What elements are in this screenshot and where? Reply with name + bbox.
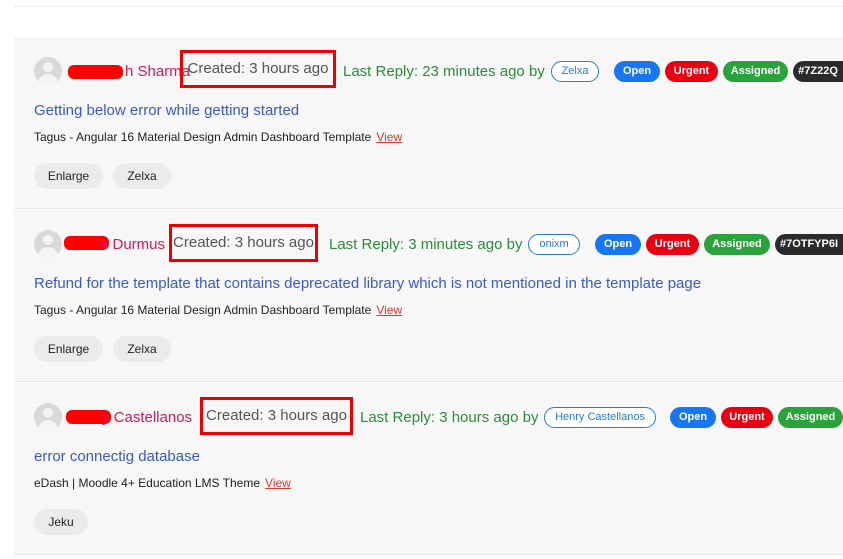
user-avatar-icon [34,230,62,258]
last-reply-text: Last Reply: 23 minutes ago by [343,63,545,80]
ticket-subject-link[interactable]: Refund for the template that contains de… [34,275,701,292]
priority-badge-urgent: Urgent [721,407,773,428]
ticket-author[interactable]: y Castellanos [102,409,192,426]
tag-chip[interactable]: Enlarge [34,163,103,189]
product-name: Tagus - Angular 16 Material Design Admin… [34,130,372,144]
view-link[interactable]: View [376,130,402,144]
ticket-subject-link[interactable]: Getting below error while getting starte… [34,102,299,119]
status-badge-open: Open [614,61,660,82]
ticket-card: h Sharma Created: 3 hours ago Last Reply… [14,37,843,209]
status-badge-open: Open [670,407,716,428]
created-time: Created: 3 hours ago [200,397,353,435]
ticket-card: y Castellanos Created: 3 hours ago Last … [14,383,843,555]
created-time: Created: 3 hours ago [169,224,318,262]
ticket-id-badge: #7OTFYP6I [775,234,843,255]
ticket-id-badge: #7Z22Q [793,61,843,82]
product-name: Tagus - Angular 16 Material Design Admin… [34,303,372,317]
last-reply-text: Last Reply: 3 minutes ago by [329,236,523,253]
ticket-card: e Durmus Created: 3 hours ago Last Reply… [14,210,843,382]
created-time: Created: 3 hours ago [180,50,336,88]
assignment-badge: Assigned [723,61,788,82]
view-link[interactable]: View [265,476,291,490]
view-link[interactable]: View [376,303,402,317]
product-line: eDash | Moodle 4+ Education LMS Theme Vie… [34,476,291,490]
reply-user-badge[interactable]: Henry Castellanos [544,407,656,428]
priority-badge-urgent: Urgent [665,61,718,82]
tag-chip[interactable]: Zelxa [113,163,171,189]
product-name: eDash | Moodle 4+ Education LMS Theme [34,476,261,490]
product-line: Tagus - Angular 16 Material Design Admin… [34,303,402,317]
reply-user-badge[interactable]: Zelxa [551,61,599,82]
user-avatar-icon [34,57,62,85]
assignment-badge: Assigned [778,407,843,428]
priority-badge-urgent: Urgent [646,234,699,255]
user-avatar-icon [34,403,62,431]
tag-chip[interactable]: Jeku [34,509,88,535]
last-reply-text: Last Reply: 3 hours ago by [360,409,539,426]
tag-chip[interactable]: Enlarge [34,336,103,362]
previous-ticket-card [14,0,843,7]
product-line: Tagus - Angular 16 Material Design Admin… [34,130,402,144]
status-badge-open: Open [595,234,641,255]
assignment-badge: Assigned [704,234,770,255]
tag-chip[interactable]: Zelxa [113,336,171,362]
reply-user-badge[interactable]: onixm [528,234,580,255]
ticket-subject-link[interactable]: error connectig database [34,448,200,465]
ticket-author[interactable]: e Durmus [100,236,165,253]
redaction-mark [68,65,123,79]
